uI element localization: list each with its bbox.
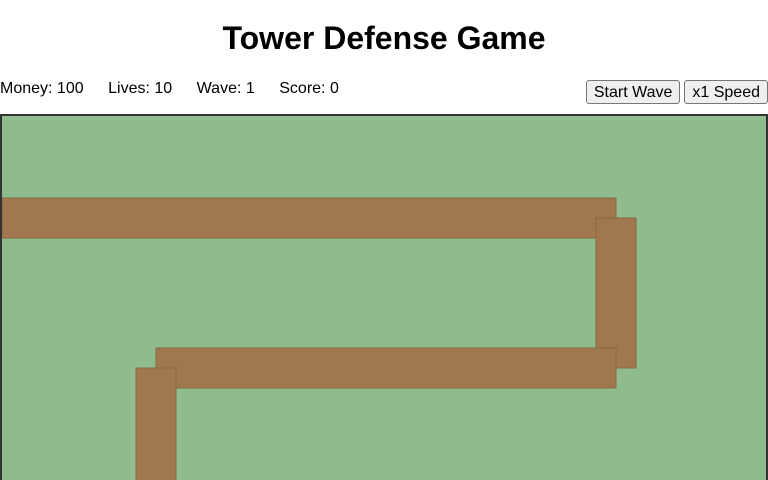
- game-board[interactable]: [0, 114, 768, 480]
- path-segment: [595, 217, 637, 369]
- path-segment: [135, 367, 177, 480]
- score-display: Score: 0: [279, 80, 339, 97]
- page-title: Tower Defense Game: [222, 20, 546, 56]
- game-stats: Money: 100 Lives: 10 Wave: 1 Score: 0: [0, 79, 339, 99]
- game-controls: Start Wave x1 Speed: [582, 80, 768, 104]
- game-canvas[interactable]: [2, 116, 766, 480]
- path-segment: [2, 197, 617, 239]
- money-display: Money: 100: [0, 80, 84, 97]
- lives-display: Lives: 10: [108, 80, 173, 97]
- grass-field[interactable]: [2, 116, 766, 480]
- path-segment: [155, 347, 617, 389]
- wave-display: Wave: 1: [196, 80, 255, 97]
- start-wave-button[interactable]: Start Wave: [585, 80, 681, 104]
- speed-button[interactable]: x1 Speed: [684, 80, 768, 104]
